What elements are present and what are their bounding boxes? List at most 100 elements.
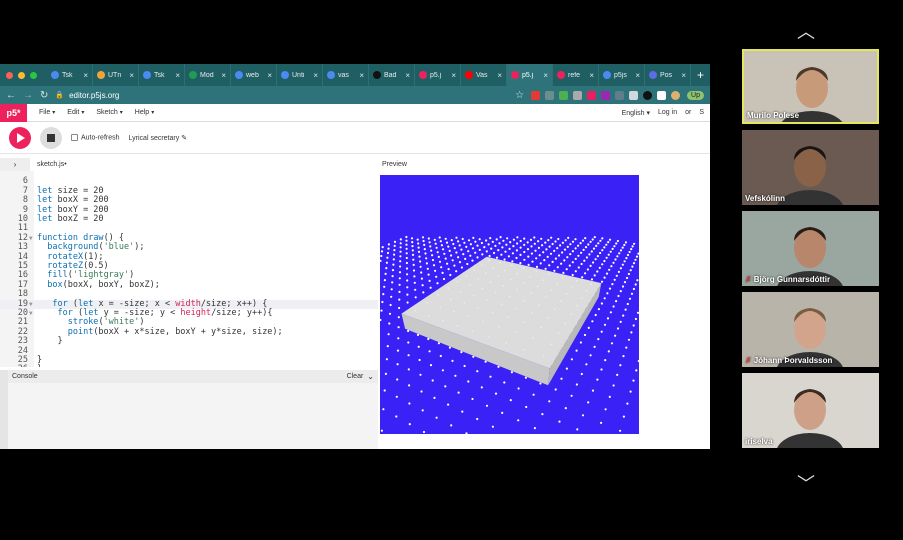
fold-arrow-icon[interactable]: ▼ [29, 300, 33, 309]
update-button[interactable]: Up [687, 90, 704, 100]
extension-icon[interactable] [573, 90, 583, 100]
menu-file[interactable]: File ▾ [39, 109, 55, 116]
grid-point [605, 272, 609, 275]
code-line[interactable]: 23 } [0, 336, 378, 346]
auto-refresh-toggle[interactable]: Auto-refresh [71, 133, 120, 141]
code-line[interactable]: 17 box(boxX, boxY, boxZ); [0, 280, 378, 290]
grid-point [619, 267, 622, 270]
browser-tab[interactable]: p5js × [599, 64, 645, 86]
participant-video[interactable]: Murilo Polese [742, 49, 879, 124]
browser-tab[interactable]: UTn × [93, 64, 139, 86]
browser-tab[interactable]: web × [231, 64, 277, 86]
close-tab-icon[interactable]: × [221, 71, 226, 80]
browser-tab[interactable]: p5.j × [507, 64, 553, 86]
extension-icon[interactable] [601, 90, 611, 100]
code-line[interactable]: 24 [0, 346, 378, 356]
close-tab-icon[interactable]: × [405, 71, 410, 80]
code-line[interactable]: 25} [0, 355, 378, 365]
browser-tab[interactable]: Pos × [645, 64, 691, 86]
browser-tab[interactable]: Tsk × [47, 64, 93, 86]
sidebar-toggle-button[interactable]: › [0, 158, 30, 171]
grid-point [502, 239, 505, 242]
extension-icon[interactable] [531, 90, 541, 100]
bookmark-star-icon[interactable]: ☆ [515, 90, 524, 101]
chevron-down-icon[interactable]: ⌄ [367, 372, 374, 381]
participant-video[interactable]: Vefskólinn [742, 130, 879, 205]
close-tab-icon[interactable]: × [589, 71, 594, 80]
box-surface-point [453, 310, 455, 313]
close-tab-icon[interactable]: × [267, 71, 272, 80]
browser-tab[interactable]: Bad × [369, 64, 415, 86]
close-tab-icon[interactable]: × [175, 71, 180, 80]
reload-icon[interactable]: ↻ [40, 90, 48, 101]
extension-icon[interactable] [559, 90, 569, 100]
file-tab[interactable]: sketch.js• [37, 161, 67, 168]
play-button[interactable] [9, 126, 31, 149]
participant-name: iriselva [745, 437, 773, 446]
participant-video[interactable]: iriselva [742, 373, 879, 448]
close-tab-icon[interactable]: × [83, 71, 88, 80]
grid-point [427, 273, 430, 276]
signup-link[interactable]: S [699, 109, 704, 117]
fold-arrow-icon[interactable]: ▼ [29, 234, 33, 243]
grid-point [539, 382, 542, 385]
browser-tab[interactable]: Unti × [277, 64, 323, 86]
menu-sketch[interactable]: Sketch ▾ [96, 109, 122, 116]
scroll-up-icon[interactable]: ︿ [797, 18, 815, 44]
close-tab-icon[interactable]: × [681, 71, 686, 80]
grid-point [537, 246, 540, 249]
code-editor[interactable]: 6 7 let size = 20 8 let boxX = 200 9 let boxY … [0, 171, 378, 367]
code-line[interactable]: 10 let boxZ = 20 [0, 214, 378, 224]
close-tab-icon[interactable]: × [313, 71, 318, 80]
browser-tab[interactable]: Tsk × [139, 64, 185, 86]
github-icon[interactable] [643, 90, 653, 100]
grid-point [461, 237, 464, 241]
stop-button[interactable] [40, 126, 62, 149]
muted-mic-icon: ✗ [745, 356, 752, 365]
grid-point [519, 239, 522, 243]
forward-icon[interactable]: → [23, 90, 33, 101]
grid-point [441, 271, 444, 274]
fold-arrow-icon[interactable]: ▼ [29, 309, 33, 318]
close-tab-icon[interactable]: × [497, 71, 502, 80]
calendar-icon[interactable] [657, 90, 667, 100]
scroll-down-icon[interactable]: ﹀ [797, 470, 815, 496]
extension-icon[interactable] [587, 90, 597, 100]
sketch-name[interactable]: Lyrical secretary ✎ [129, 134, 188, 142]
browser-tab[interactable]: vas × [323, 64, 369, 86]
browser-tab[interactable]: p5.j × [415, 64, 461, 86]
close-tab-icon[interactable]: × [451, 71, 456, 80]
close-tab-icon[interactable]: × [359, 71, 364, 80]
close-tab-icon[interactable]: × [129, 71, 134, 80]
menu-edit[interactable]: Edit ▾ [67, 109, 84, 116]
back-icon[interactable]: ← [6, 90, 16, 101]
minimize-window-button[interactable] [18, 71, 25, 79]
new-tab-icon[interactable]: + [697, 68, 704, 82]
grid-point [621, 285, 625, 288]
language-select[interactable]: English ▾ [622, 109, 650, 117]
clear-console-button[interactable]: Clear [347, 373, 364, 380]
close-window-button[interactable] [6, 71, 13, 79]
browser-tab[interactable]: refe × [553, 64, 599, 86]
avatar[interactable] [671, 90, 681, 100]
sketch-preview-canvas[interactable] [380, 175, 639, 434]
browser-tab[interactable]: Vas × [461, 64, 507, 86]
close-tab-icon[interactable]: × [543, 71, 548, 80]
browser-tab[interactable]: Mod × [185, 64, 231, 86]
grid-point [600, 421, 603, 424]
participant-video[interactable]: ✗ Jóhann Þorvaldsson [742, 292, 879, 367]
maximize-window-button[interactable] [30, 71, 37, 79]
login-link[interactable]: Log in [658, 109, 677, 117]
close-tab-icon[interactable]: × [635, 71, 640, 80]
grid-point [540, 237, 543, 240]
pencil-icon[interactable]: ✎ [181, 135, 187, 142]
puzzle-icon[interactable] [629, 90, 639, 100]
participant-video[interactable]: ✗ Björg Gunnarsdóttir [742, 211, 879, 286]
code-line[interactable]: 26} [0, 364, 378, 367]
p5-logo[interactable]: p5* [0, 103, 27, 122]
extension-icon[interactable] [545, 90, 555, 100]
url-field[interactable]: 🔒 editor.p5js.org [55, 91, 508, 100]
checkbox[interactable] [71, 133, 78, 141]
menu-help[interactable]: Help ▾ [135, 109, 154, 116]
extension-icon[interactable] [615, 90, 625, 100]
